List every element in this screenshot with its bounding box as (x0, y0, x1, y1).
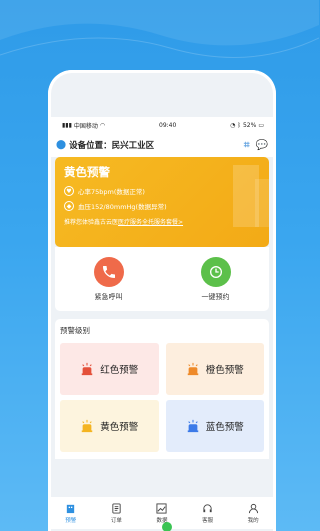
siren-icon (187, 362, 198, 376)
blood-pressure-text: 血压152/80mmHg(数据异常) (78, 203, 167, 211)
orange-alert-label: 橙色预警 (205, 365, 244, 376)
message-icon[interactable]: 💬 (256, 140, 268, 151)
heart-rate-text: 心率75bpm(数据正常) (78, 188, 145, 196)
yellow-alert-label: 黄色预警 (100, 422, 139, 433)
home-indicator-dot (162, 522, 172, 531)
heart-icon: ♥ (64, 186, 74, 196)
bluetooth-icon: ᛒ (237, 121, 241, 129)
siren-icon (81, 419, 93, 433)
tab-orders[interactable]: 订单 (111, 502, 122, 524)
alarm-icon: ◔ (230, 121, 236, 129)
location-value: 民兴工业区 (111, 141, 155, 151)
clock-icon (200, 256, 231, 287)
clock-label: 09:40 (159, 121, 177, 129)
emergency-call-label: 紧急呼叫 (94, 292, 123, 301)
alert-levels-section: 预警级别 红色预警 橙色预警 黄色预警 蓝色预警 (55, 319, 269, 459)
phone-screen: ▮▮▮ 中国移动 ◠ 09:40 ◔ ᛒ 52% ▭ ⬤ 设备位置： 民兴工业区… (48, 70, 276, 531)
blue-alert-tile[interactable]: 蓝色预警 (165, 400, 264, 452)
recommendation: 推荐您体验鑫古云医医疗服务全托服务套餐> (64, 217, 260, 226)
book-appointment-button[interactable]: 一键预约 (200, 256, 231, 302)
alert-title: 黄色预警 (64, 165, 110, 179)
quick-actions: 紧急呼叫 一键预约 (55, 247, 269, 311)
blue-alert-label: 蓝色预警 (205, 422, 244, 433)
signal-icon: ▮▮▮ (62, 121, 72, 129)
orange-alert-tile[interactable]: 橙色预警 (165, 343, 264, 395)
location-label: 设备位置： (69, 141, 112, 151)
siren-icon (81, 362, 93, 376)
chart-icon (156, 502, 168, 514)
red-alert-tile[interactable]: 红色预警 (60, 343, 159, 395)
tab-service[interactable]: 客服 (202, 503, 213, 524)
recommendation-link[interactable]: 医疗服务全托服务套餐> (118, 219, 183, 226)
alert-card[interactable]: 黄色预警 ♥ 心率75bpm(数据正常) ◆ 血压152/80mmHg(数据异常… (55, 157, 269, 247)
tab-alerts[interactable]: 预警 (65, 503, 76, 524)
blood-pressure-line: ◆ 血压152/80mmHg(数据异常) (64, 201, 260, 211)
status-bar: ▮▮▮ 中国移动 ◠ 09:40 ◔ ᛒ 52% ▭ (48, 117, 276, 133)
headset-icon (203, 503, 212, 512)
wifi-icon: ◠ (99, 121, 106, 129)
document-icon (112, 502, 121, 514)
emergency-call-button[interactable]: 紧急呼叫 (93, 256, 124, 302)
red-alert-label: 红色预警 (100, 365, 139, 376)
background-wave (0, 0, 319, 58)
yellow-alert-tile[interactable]: 黄色预警 (60, 400, 159, 452)
tab-profile[interactable]: 我的 (248, 503, 259, 524)
user-icon (248, 503, 258, 513)
recommendation-prefix: 推荐您体验鑫古云医 (64, 219, 119, 226)
drop-icon: ◆ (64, 201, 74, 211)
building-icon (67, 504, 75, 513)
battery-icon: ▭ (258, 121, 264, 129)
scan-icon[interactable]: ⌗ (244, 140, 250, 151)
heart-rate-line: ♥ 心率75bpm(数据正常) (64, 186, 260, 196)
battery-label: 52% (242, 121, 257, 129)
tab-data[interactable]: 数据 (156, 502, 168, 524)
siren-icon (187, 419, 198, 433)
carrier-label: 中国移动 (73, 122, 98, 130)
phone-icon (93, 256, 124, 287)
location-bar: ⬤ 设备位置： 民兴工业区 ⌗ 💬 (48, 133, 276, 157)
location-pin-icon: ⬤ (56, 140, 67, 150)
section-title: 预警级别 (60, 326, 90, 335)
book-appointment-label: 一键预约 (201, 292, 230, 301)
